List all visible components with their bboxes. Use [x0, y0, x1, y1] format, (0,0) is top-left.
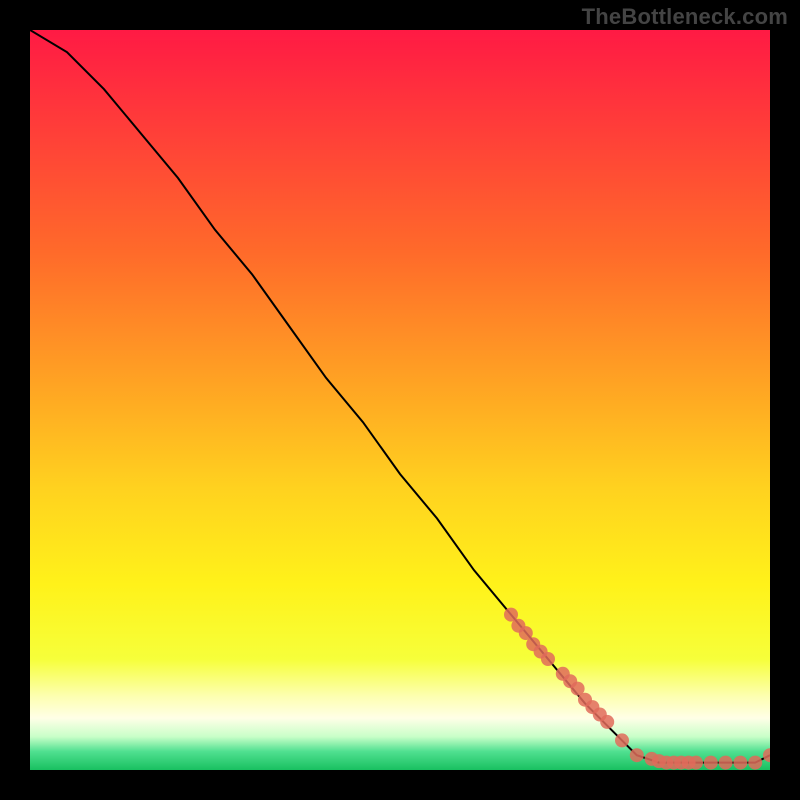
data-point [719, 756, 733, 770]
data-point [704, 756, 718, 770]
data-point [600, 715, 614, 729]
data-point [689, 756, 703, 770]
chart-svg [30, 30, 770, 770]
data-point [733, 756, 747, 770]
data-point [541, 652, 555, 666]
chart-frame: TheBottleneck.com [0, 0, 800, 800]
data-point [615, 733, 629, 747]
plot-area [30, 30, 770, 770]
gradient-background [30, 30, 770, 770]
data-point [748, 756, 762, 770]
data-point [630, 748, 644, 762]
watermark-text: TheBottleneck.com [582, 4, 788, 30]
